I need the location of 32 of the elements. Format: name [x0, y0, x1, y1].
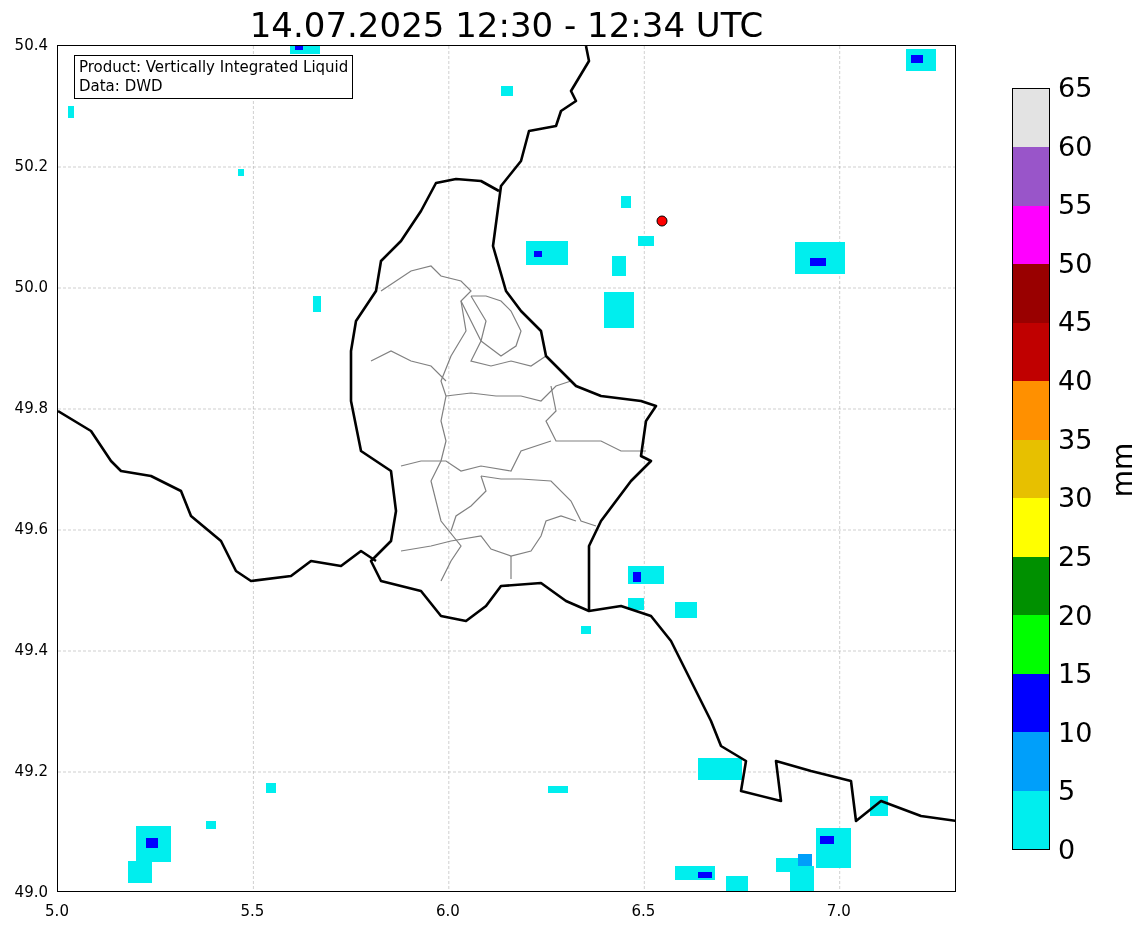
colorbar-tick-label: 65 — [1058, 73, 1093, 103]
colorbar-tick-label: 5 — [1058, 776, 1076, 807]
x-tick-label: 5.5 — [240, 902, 265, 920]
x-tick-label: 7.0 — [826, 902, 851, 920]
info-text: Data: DWD — [79, 77, 164, 96]
colorbar-tick-label: 25 — [1058, 541, 1093, 572]
y-tick-label: 49.0 — [14, 883, 49, 901]
colorbar-tick-label: 10 — [1058, 717, 1093, 748]
x-tick-label: 6.0 — [435, 902, 460, 920]
colorbar-tick-label: 40 — [1058, 366, 1093, 397]
y-tick-label: 49.4 — [14, 641, 49, 659]
colorbar-tick-label: 55 — [1058, 190, 1093, 221]
y-tick-label: 50.4 — [14, 36, 49, 54]
chart-title: 14.07.2025 12:30 - 12:34 UTC — [248, 4, 765, 47]
location-marker-icon — [656, 215, 668, 227]
y-tick-label: 49.8 — [14, 399, 49, 417]
colorbar-tick-label: 15 — [1058, 659, 1093, 690]
colorbar-tick-label: 45 — [1058, 307, 1093, 338]
y-tick-label: 50.0 — [14, 278, 49, 296]
y-tick-label: 50.2 — [14, 157, 49, 175]
y-tick-label: 49.6 — [14, 520, 49, 538]
colorbar-tick-label: 0 — [1058, 835, 1076, 865]
x-tick-label: 5.0 — [45, 902, 69, 920]
colorbar-tick-label: 20 — [1058, 600, 1093, 631]
colorbar-tick-label: 50 — [1058, 248, 1093, 279]
colorbar-label: mm — [1107, 442, 1138, 498]
y-tick-label: 49.2 — [14, 762, 49, 780]
info-text: Product: Vertically Integrated Liquid — [79, 58, 349, 77]
colorbar-tick-label: 35 — [1058, 424, 1093, 455]
x-tick-label: 6.5 — [631, 902, 656, 920]
colorbar-tick-label: 30 — [1058, 483, 1093, 514]
colorbar-tick-label: 60 — [1058, 131, 1093, 162]
